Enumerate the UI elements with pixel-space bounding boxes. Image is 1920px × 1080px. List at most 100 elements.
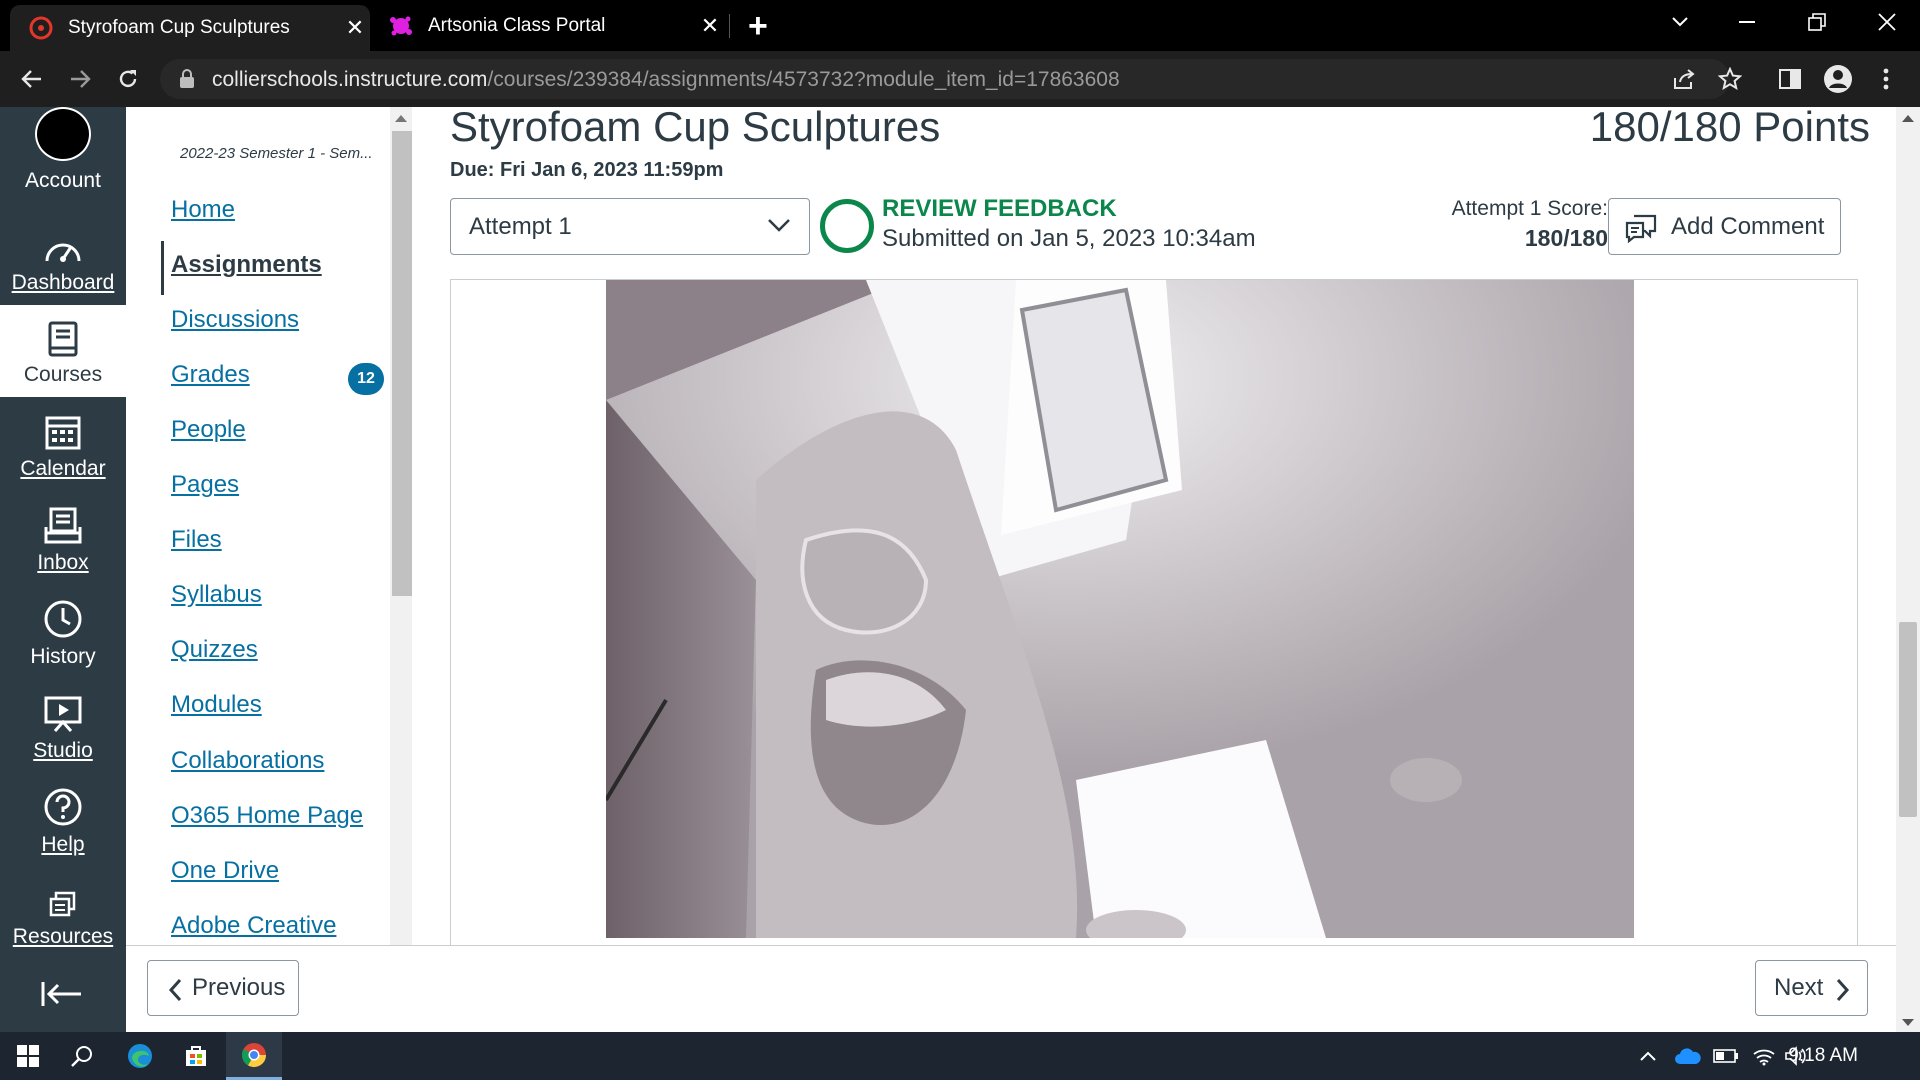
course-nav-o365[interactable]: O365 Home Page: [171, 802, 363, 830]
dashboard-icon: [45, 243, 81, 262]
collapse-nav-icon[interactable]: [40, 980, 84, 1013]
nav-label: History: [30, 645, 96, 668]
grades-count-badge: 12: [348, 363, 384, 395]
nav-history[interactable]: History: [0, 587, 126, 679]
store-icon[interactable]: [168, 1032, 224, 1080]
course-nav-modules[interactable]: Modules: [171, 691, 262, 719]
course-nav-grades[interactable]: Grades: [171, 361, 250, 389]
scrollbar-thumb[interactable]: [1899, 622, 1917, 817]
attempt-select[interactable]: Attempt 1: [450, 198, 810, 255]
chevron-down-icon: [768, 219, 790, 232]
course-nav-scrollbar[interactable]: [390, 107, 412, 945]
comment-icon: [1625, 214, 1657, 243]
tab-title: Artsonia Class Portal: [428, 14, 606, 36]
due-date: Due: Fri Jan 6, 2023 11:59pm: [450, 159, 724, 181]
nav-label: Inbox: [37, 551, 89, 574]
nav-label: Help: [41, 833, 85, 856]
search-icon[interactable]: [54, 1032, 110, 1080]
scroll-up-arrow-icon[interactable]: [1902, 115, 1914, 122]
add-comment-label: Add Comment: [1671, 212, 1825, 240]
tab-search-icon[interactable]: [1645, 0, 1715, 44]
global-navigation: Account Dashboard Courses Calendar Inbox…: [0, 107, 126, 1032]
course-nav-assignments[interactable]: Assignments: [171, 251, 322, 279]
chevron-left-icon: [168, 978, 182, 1002]
submission-photo[interactable]: [606, 280, 1634, 938]
course-nav-people[interactable]: People: [171, 416, 246, 444]
browser-tab-active[interactable]: Styrofoam Cup Sculptures ✕: [10, 5, 370, 51]
lock-icon[interactable]: [178, 69, 196, 89]
nav-label: Studio: [33, 739, 93, 762]
next-button[interactable]: Next: [1755, 960, 1868, 1016]
back-icon[interactable]: [14, 61, 50, 97]
url-path: /courses/239384/assignments/4573732?modu…: [487, 68, 1120, 91]
nav-label: Dashboard: [11, 271, 115, 294]
nav-studio[interactable]: Studio: [0, 681, 126, 773]
course-nav-adobe[interactable]: Adobe Creative: [171, 912, 336, 940]
module-sequence-footer: Previous Next: [126, 945, 1896, 1032]
page-scrollbar[interactable]: [1896, 107, 1920, 1032]
windows-start-icon[interactable]: [0, 1032, 56, 1080]
course-navigation: 2022-23 Semester 1 - Sem... Home Assignm…: [126, 107, 390, 945]
bookmark-star-icon[interactable]: [1712, 61, 1748, 97]
attempt-score-label: Attempt 1 Score:: [1451, 197, 1608, 220]
new-tab-icon[interactable]: +: [748, 7, 768, 46]
review-feedback-label: REVIEW FEEDBACK: [882, 195, 1117, 222]
browser-tab[interactable]: Artsonia Class Portal ✕: [380, 0, 725, 51]
minimize-icon[interactable]: [1712, 0, 1782, 44]
taskbar-clock[interactable]: 9:18 AM: [1788, 1045, 1858, 1067]
share-icon[interactable]: [1672, 68, 1696, 95]
nav-help[interactable]: Help: [0, 775, 126, 867]
term-label: 2022-23 Semester 1 - Sem...: [180, 145, 373, 162]
help-icon: [44, 788, 82, 826]
nav-calendar[interactable]: Calendar: [0, 399, 126, 491]
nav-dashboard[interactable]: Dashboard: [0, 213, 126, 305]
studio-icon: [44, 696, 82, 732]
side-panel-icon[interactable]: [1772, 61, 1808, 97]
course-nav-syllabus[interactable]: Syllabus: [171, 581, 262, 609]
courses-icon: [48, 321, 78, 357]
scrollbar-thumb[interactable]: [392, 131, 412, 596]
tab-separator: [729, 14, 730, 38]
attempt-score-value: 180/180: [1524, 225, 1608, 251]
account-avatar: [35, 107, 91, 161]
previous-label: Previous: [192, 974, 286, 1001]
restore-icon[interactable]: [1782, 0, 1852, 44]
resources-icon: [49, 891, 76, 917]
points-display: 180/180 Points: [1590, 103, 1870, 151]
chevron-right-icon: [1836, 978, 1850, 1002]
nav-label: Courses: [23, 363, 103, 386]
course-nav-onedrive[interactable]: One Drive: [171, 857, 279, 885]
course-nav-discussions[interactable]: Discussions: [171, 306, 299, 334]
artsonia-favicon-icon: [388, 13, 414, 39]
next-label: Next: [1774, 974, 1824, 1001]
profile-avatar-icon[interactable]: [1820, 61, 1856, 97]
scroll-down-arrow-icon[interactable]: [1902, 1019, 1914, 1026]
scroll-up-arrow-icon[interactable]: [395, 115, 407, 122]
browser-toolbar: collierschools.instructure.com/courses/2…: [0, 51, 1920, 107]
nav-account[interactable]: Account: [0, 107, 126, 203]
browser-tab-strip: Styrofoam Cup Sculptures ✕ Artsonia Clas…: [0, 0, 1920, 51]
reload-icon[interactable]: [110, 61, 146, 97]
assignment-content: Styrofoam Cup Sculptures 180/180 Points …: [412, 103, 1898, 945]
nav-courses[interactable]: Courses: [0, 305, 126, 397]
nav-resources[interactable]: Resources: [0, 867, 126, 959]
forward-icon[interactable]: [62, 61, 98, 97]
chrome-icon[interactable]: [226, 1032, 282, 1080]
previous-button[interactable]: Previous: [147, 960, 299, 1016]
course-nav-home[interactable]: Home: [171, 196, 235, 224]
course-nav-pages[interactable]: Pages: [171, 471, 239, 499]
close-window-icon[interactable]: [1852, 0, 1920, 44]
add-comment-button[interactable]: Add Comment: [1608, 198, 1841, 255]
canvas-favicon-icon: [28, 15, 54, 41]
windows-taskbar: 9:18 AM: [0, 1032, 1920, 1080]
close-tab-icon[interactable]: ✕: [340, 15, 370, 41]
edge-browser-icon[interactable]: [112, 1032, 168, 1080]
browser-menu-icon[interactable]: [1868, 61, 1904, 97]
course-nav-collaborations[interactable]: Collaborations: [171, 747, 324, 775]
address-bar[interactable]: collierschools.instructure.com/courses/2…: [160, 59, 1730, 99]
close-tab-icon[interactable]: ✕: [695, 13, 725, 39]
calendar-icon: [45, 416, 81, 450]
course-nav-files[interactable]: Files: [171, 526, 222, 554]
course-nav-quizzes[interactable]: Quizzes: [171, 636, 258, 664]
nav-inbox[interactable]: Inbox: [0, 493, 126, 585]
